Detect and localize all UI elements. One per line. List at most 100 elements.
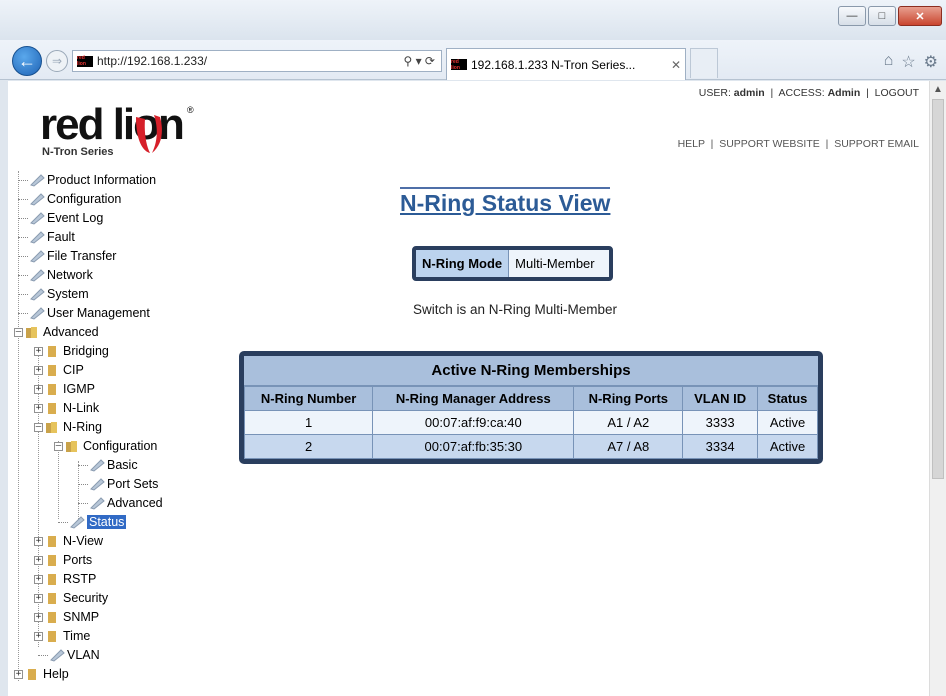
tree-item-event-log[interactable]: Event Log: [18, 209, 103, 227]
tree-item-status[interactable]: Status: [58, 513, 127, 531]
tree-item-label: VLAN: [67, 648, 100, 662]
page-icon: [30, 269, 45, 282]
ring-ports-cell: A7 / A8: [573, 434, 684, 459]
help-link[interactable]: HELP: [678, 138, 705, 150]
scroll-up-icon[interactable]: ▲: [930, 81, 946, 97]
scrollbar-thumb[interactable]: [932, 99, 944, 479]
expand-icon[interactable]: +: [34, 403, 43, 413]
forward-button[interactable]: ⇒: [46, 50, 68, 72]
tree-item-label: RSTP: [63, 572, 97, 586]
expand-icon[interactable]: +: [34, 365, 43, 375]
vertical-scrollbar[interactable]: ▲: [929, 81, 946, 696]
access-label: ACCESS:: [778, 87, 825, 99]
tab-favicon-icon: red lion: [451, 59, 467, 71]
tree-item-advanced[interactable]: – Advanced: [14, 323, 99, 341]
expand-icon[interactable]: +: [34, 555, 43, 565]
address-url[interactable]: http://192.168.1.233/: [97, 54, 381, 68]
tree-item-ports[interactable]: + Ports: [34, 551, 92, 569]
tree-item-network[interactable]: Network: [18, 266, 93, 284]
expand-icon[interactable]: +: [34, 384, 43, 394]
collapse-icon[interactable]: –: [54, 441, 63, 451]
home-icon[interactable]: ⌂: [884, 52, 894, 72]
expand-icon[interactable]: +: [34, 593, 43, 603]
tree-item-n-ring[interactable]: – N-Ring: [34, 418, 102, 436]
settings-gear-icon[interactable]: ⚙: [924, 52, 938, 72]
window-titlebar: — □ ✕: [0, 0, 946, 40]
ring-number-cell: 1: [244, 410, 374, 435]
expand-icon[interactable]: +: [34, 612, 43, 622]
collapse-icon[interactable]: –: [34, 422, 43, 432]
folder-icon: [48, 631, 56, 642]
window-controls: — □ ✕: [838, 6, 942, 26]
tree-item-advanced-sub[interactable]: Advanced: [78, 494, 163, 512]
collapse-icon[interactable]: –: [14, 327, 23, 337]
folder-icon: [48, 574, 56, 585]
tree-item-label: IGMP: [63, 382, 95, 396]
registered-mark: ®: [187, 105, 194, 115]
new-tab-button[interactable]: [690, 48, 718, 78]
favorites-star-icon[interactable]: ☆: [901, 52, 915, 72]
tree-item-bridging[interactable]: + Bridging: [34, 342, 109, 360]
tree-item-fault[interactable]: Fault: [18, 228, 75, 246]
tree-item-port-sets[interactable]: Port Sets: [78, 475, 158, 493]
page-icon: [30, 250, 45, 263]
tree-item-configuration[interactable]: Configuration: [18, 190, 121, 208]
tree-item-label: Port Sets: [107, 477, 159, 491]
address-bar[interactable]: red lion http://192.168.1.233/ ⚲ ▾ ⟳: [72, 50, 442, 72]
tree-item-user-management[interactable]: User Management: [18, 304, 150, 322]
manager-address-cell: 00:07:af:f9:ca:40: [372, 410, 575, 435]
tree-item-label: Fault: [47, 230, 75, 244]
tree-item-label: File Transfer: [47, 249, 117, 263]
tree-item-label-selected: Status: [87, 515, 127, 529]
page-icon: [30, 193, 45, 206]
n-ring-mode-value: Multi-Member: [509, 250, 609, 277]
tree-item-snmp[interactable]: + SNMP: [34, 608, 99, 626]
user-label: USER:: [698, 87, 731, 99]
table-row: 1 00:07:af:f9:ca:40 A1 / A2 3333 Active: [244, 410, 818, 435]
tree-item-igmp[interactable]: + IGMP: [34, 380, 95, 398]
close-button[interactable]: ✕: [898, 6, 942, 26]
tree-item-n-ring-configuration[interactable]: – Configuration: [54, 437, 157, 455]
tree-item-rstp[interactable]: + RSTP: [34, 570, 96, 588]
column-header: N-Ring Number: [244, 386, 374, 411]
expand-icon[interactable]: +: [34, 574, 43, 584]
tree-item-help[interactable]: + Help: [14, 665, 69, 683]
maximize-button[interactable]: □: [868, 6, 896, 26]
search-refresh-icons[interactable]: ⚲ ▾ ⟳: [381, 54, 441, 68]
tree-item-file-transfer[interactable]: File Transfer: [18, 247, 116, 265]
tree-item-label: System: [47, 287, 89, 301]
browser-tab[interactable]: red lion 192.168.1.233 N-Tron Series... …: [446, 48, 686, 80]
back-button[interactable]: ←: [12, 46, 42, 76]
tab-close-icon[interactable]: ✕: [667, 58, 685, 72]
expand-icon[interactable]: +: [34, 346, 43, 356]
tree-item-vlan[interactable]: VLAN: [38, 646, 100, 664]
folder-icon: [48, 365, 56, 376]
page-icon: [90, 459, 105, 472]
tree-item-system[interactable]: System: [18, 285, 89, 303]
logout-link[interactable]: LOGOUT: [875, 87, 919, 99]
tree-item-time[interactable]: + Time: [34, 627, 90, 645]
support-email-link[interactable]: SUPPORT EMAIL: [834, 138, 919, 150]
expand-icon[interactable]: +: [14, 669, 23, 679]
tree-item-label: Basic: [107, 458, 138, 472]
tree-item-n-link[interactable]: + N-Link: [34, 399, 99, 417]
n-ring-mode-box: N-Ring Mode Multi-Member: [412, 246, 613, 281]
tree-item-basic[interactable]: Basic: [78, 456, 138, 474]
open-folder-icon: [46, 422, 57, 433]
minimize-button[interactable]: —: [838, 6, 866, 26]
table-header-row: N-Ring Number N-Ring Manager Address N-R…: [244, 386, 818, 411]
support-website-link[interactable]: SUPPORT WEBSITE: [719, 138, 820, 150]
page-icon: [30, 212, 45, 225]
tree-item-security[interactable]: + Security: [34, 589, 108, 607]
tree-item-n-view[interactable]: + N-View: [34, 532, 103, 550]
folder-icon: [48, 593, 56, 604]
vlan-id-cell: 3333: [682, 410, 759, 435]
expand-icon[interactable]: +: [34, 631, 43, 641]
tree-item-label: N-Link: [63, 401, 100, 415]
tree-item-label: N-Ring: [63, 420, 102, 434]
expand-icon[interactable]: +: [34, 536, 43, 546]
tree-item-cip[interactable]: + CIP: [34, 361, 84, 379]
open-folder-icon: [26, 327, 37, 338]
tree-item-product-information[interactable]: Product Information: [18, 171, 156, 189]
user-value: admin: [733, 87, 765, 99]
